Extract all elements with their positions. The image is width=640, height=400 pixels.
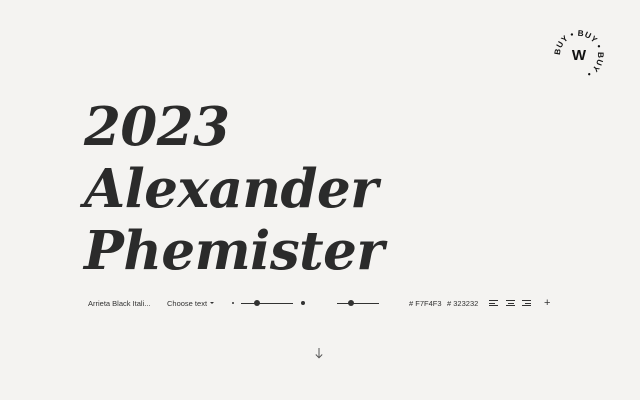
specimen-line-last-name: Phemister [84, 220, 384, 282]
caret-down-icon [210, 302, 215, 304]
choose-text-label: Choose text [167, 298, 208, 308]
background-color-value: # F7F4F3 [409, 298, 442, 308]
line-height-tight-icon [320, 295, 329, 311]
choose-text-dropdown[interactable]: Choose text [167, 295, 215, 311]
text-color-input[interactable]: # 323232 [447, 295, 478, 311]
background-color-input[interactable]: # F7F4F3 [409, 295, 442, 311]
font-size-slider[interactable] [241, 295, 293, 311]
badge-letter: W [572, 47, 587, 64]
align-left-icon[interactable] [489, 295, 498, 311]
align-right-icon[interactable] [522, 295, 531, 311]
specimen-line-year: 2023 [84, 96, 230, 158]
font-name-label: Arrieta Black Itali... [88, 298, 151, 308]
specimen-line-first-name: Alexander [84, 158, 378, 220]
font-name-select[interactable]: Arrieta Black Itali... [88, 295, 158, 311]
text-color-value: # 323232 [447, 298, 479, 308]
line-height-loose-icon [386, 295, 395, 311]
size-small-icon [230, 295, 236, 311]
buy-badge[interactable]: BUY • BUY • BUY • W [550, 26, 608, 84]
line-height-slider[interactable] [337, 295, 379, 311]
font-size-slider-knob[interactable] [253, 300, 260, 306]
specimen-toolbar: Arrieta Black Itali... Choose text # F7F… [88, 295, 558, 311]
type-specimen[interactable]: 2023 Alexander Phemister [84, 96, 384, 282]
plus-icon[interactable]: + [544, 295, 550, 311]
line-height-slider-knob[interactable] [347, 300, 354, 306]
align-center-icon[interactable] [506, 295, 515, 311]
size-large-icon [299, 295, 307, 311]
arrow-down-icon[interactable] [314, 347, 324, 359]
